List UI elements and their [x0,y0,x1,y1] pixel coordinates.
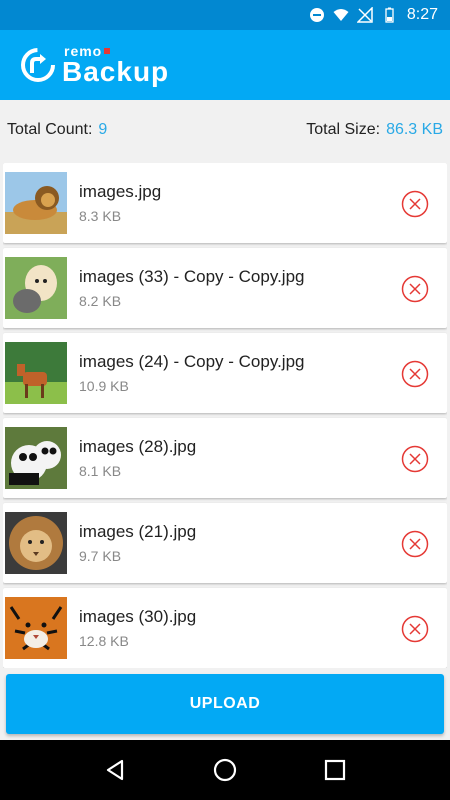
recents-icon[interactable] [322,757,348,783]
file-name: images (28).jpg [79,437,197,456]
total-count: Total Count: 9 [7,121,107,139]
remove-file-icon[interactable] [401,530,429,558]
remove-file-icon[interactable] [401,445,429,473]
remo-logo-icon [21,48,55,82]
file-thumbnail [5,257,67,319]
do-not-disturb-icon [309,8,324,22]
summary-bar: Total Count: 9 Total Size: 86.3 KB [0,100,450,160]
total-count-value: 9 [98,121,108,138]
file-list-item[interactable]: images (28).jpg 8.1 KB [3,418,447,498]
file-list-item[interactable]: images (21).jpg 9.7 KB [3,503,447,583]
home-icon[interactable] [212,757,238,783]
remove-file-icon[interactable] [401,615,429,643]
file-size: 10.9 KB [79,378,129,394]
back-icon[interactable] [102,757,128,783]
remove-file-icon[interactable] [401,275,429,303]
file-list-item[interactable]: images.jpg 8.3 KB [3,163,447,243]
file-size: 9.7 KB [79,548,122,564]
system-nav-bar [0,740,450,800]
total-count-label: Total Count: [7,121,93,138]
file-size: 12.8 KB [79,633,129,649]
total-size: Total Size: 86.3 KB [306,121,443,139]
total-size-label: Total Size: [306,121,381,138]
file-list-item[interactable]: images (24) - Copy - Copy.jpg 10.9 KB [3,333,447,413]
total-size-value: 86.3 KB [386,121,443,138]
file-name: images (33) - Copy - Copy.jpg [79,267,305,286]
file-thumbnail [5,342,67,404]
app-logo: remo Backup [18,44,169,86]
file-size: 8.3 KB [79,208,122,224]
app-bar: remo Backup [0,30,450,100]
file-size: 8.2 KB [79,293,122,309]
remove-file-icon[interactable] [401,360,429,388]
upload-button[interactable]: UPLOAD [6,674,444,734]
file-name: images (30).jpg [79,607,197,626]
wifi-icon [333,9,349,21]
file-size: 8.1 KB [79,463,122,479]
file-list[interactable]: images.jpg 8.3 KB images (33) - Copy - C… [3,163,447,668]
status-bar: 8:27 [0,0,450,30]
file-list-item[interactable]: images (30).jpg 12.8 KB [3,588,447,668]
file-thumbnail [5,427,67,489]
battery-icon [385,7,394,23]
file-name: images.jpg [79,182,162,201]
remove-file-icon[interactable] [401,190,429,218]
file-list-item[interactable]: images (33) - Copy - Copy.jpg 8.2 KB [3,248,447,328]
logo-big-text: Backup [62,56,170,87]
file-thumbnail [5,597,67,659]
file-thumbnail [5,512,67,574]
file-thumbnail [5,172,67,234]
no-signal-icon [356,7,373,23]
status-time: 8:27 [406,6,438,23]
file-name: images (24) - Copy - Copy.jpg [79,352,305,371]
file-name: images (21).jpg [79,522,197,541]
